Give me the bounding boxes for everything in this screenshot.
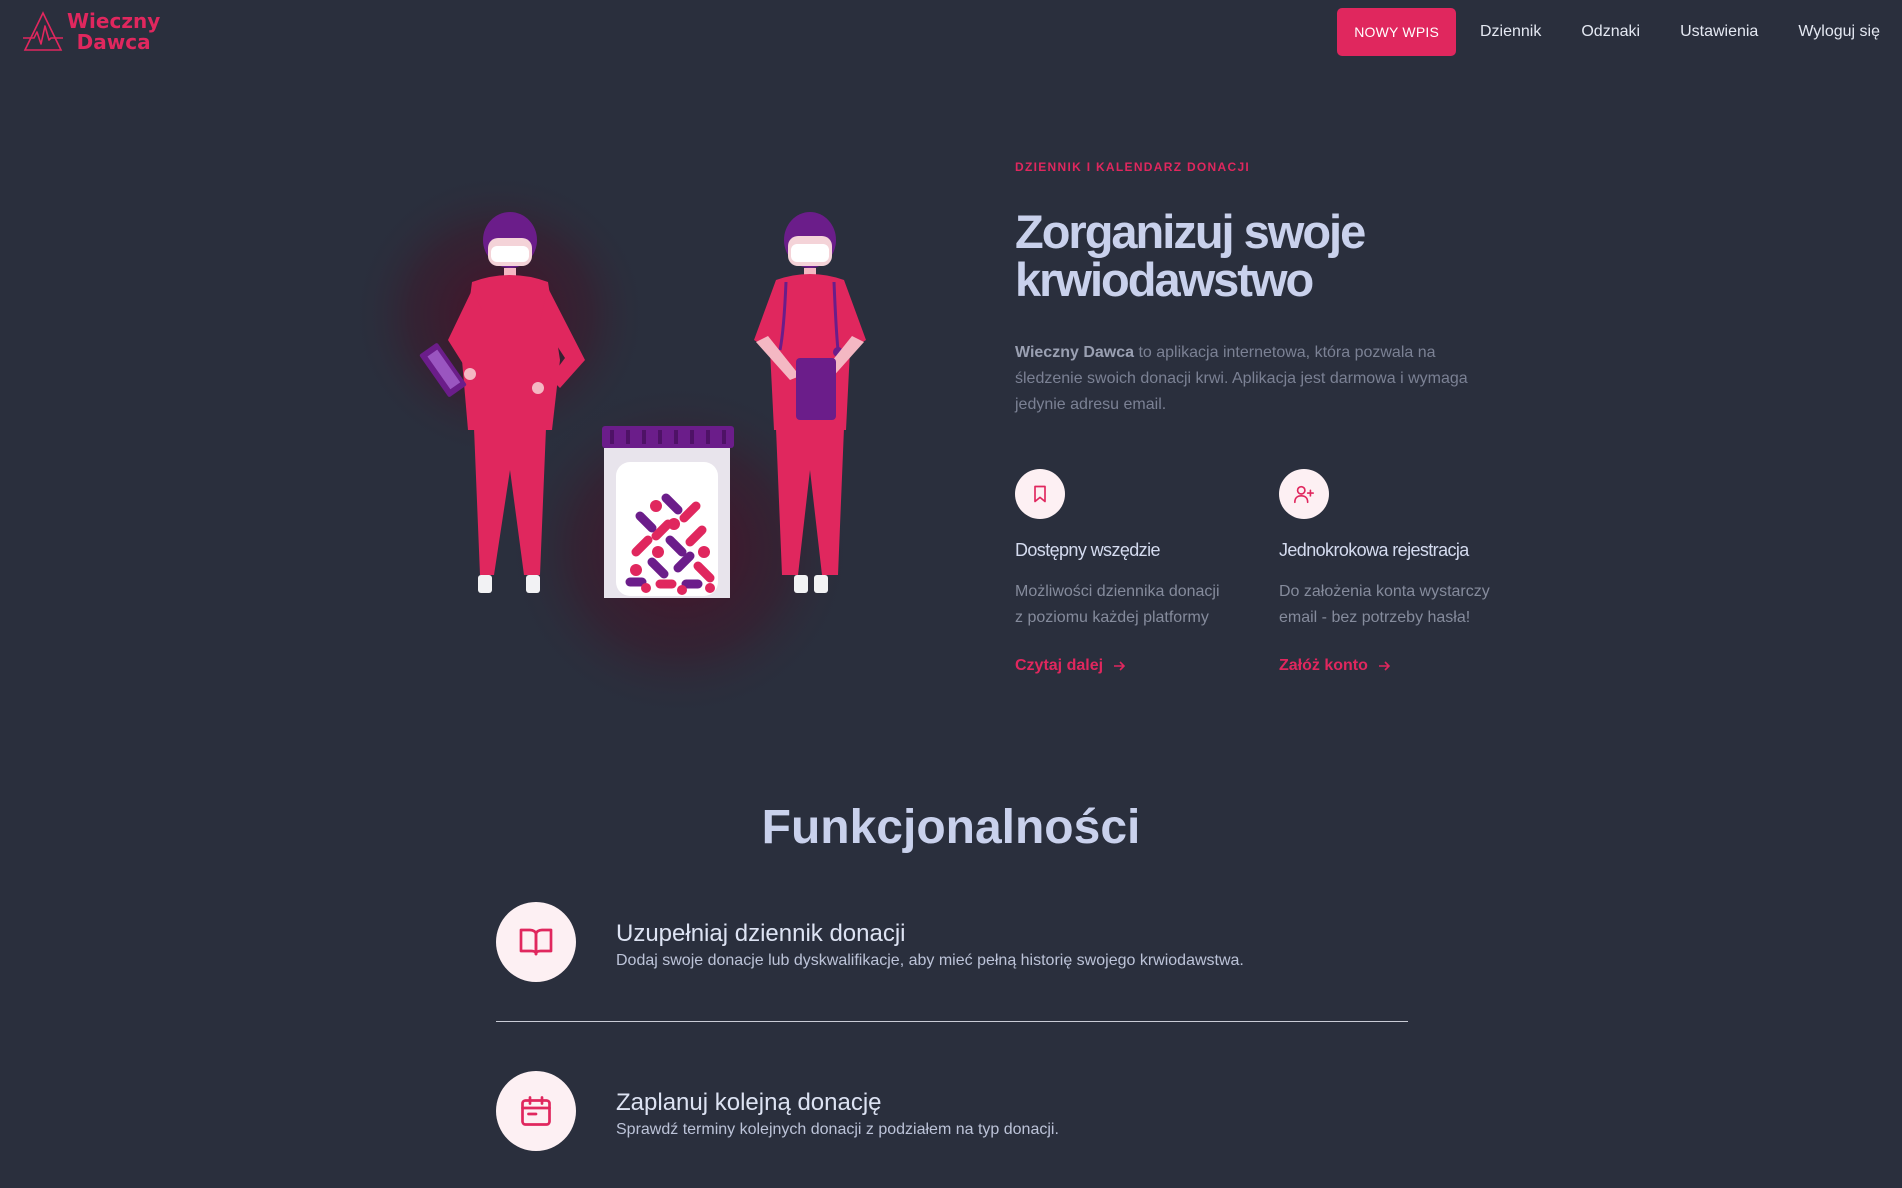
user-plus-icon (1294, 485, 1314, 504)
mini-feature-registration: Jednokrokowa rejestracja Do założenia ko… (1279, 469, 1519, 674)
mini-feature-icon-circle (1015, 469, 1065, 519)
mini-feature-title: Jednokrokowa rejestracja (1279, 540, 1469, 560)
hero-title-line2: krwiodawstwo (1015, 253, 1314, 306)
mini-feature-desc-line1: Możliwości dziennika donacji (1015, 583, 1220, 600)
create-account-link[interactable]: Załóż konto (1279, 657, 1390, 675)
mini-feature-desc-line1: Do założenia konta wystarczy (1279, 583, 1490, 600)
arrow-right-icon (1378, 661, 1390, 671)
brand-logo[interactable]: Wieczny Dawca (22, 10, 160, 54)
doctors-illustration (360, 180, 866, 720)
brand-line2: Dawca (76, 30, 151, 54)
pill-jar (602, 426, 734, 598)
bookmark-icon (1034, 485, 1046, 503)
calendar-icon (521, 1096, 551, 1126)
brand-name: Wieczny Dawca (67, 11, 160, 53)
feature-divider (496, 1021, 1408, 1022)
mini-feature-desc: Możliwości dziennika donacji z poziomu k… (1015, 579, 1255, 631)
brand-line1: Wieczny (67, 9, 161, 33)
nav-link-logout[interactable]: Wyloguj się (1798, 23, 1880, 41)
nav-link-dziennik[interactable]: Dziennik (1480, 23, 1541, 41)
mini-feature-desc: Do założenia konta wystarczy email - bez… (1279, 579, 1519, 631)
read-more-label: Czytaj dalej (1015, 657, 1104, 674)
hero-title-line1: Zorganizuj swoje (1015, 205, 1366, 258)
arrow-right-icon (1114, 661, 1126, 671)
feature-desc: Dodaj swoje donacje lub dyskwalifikacje,… (616, 952, 1244, 969)
heartbeat-logo-icon (23, 11, 63, 51)
feature-title: Uzupełniaj dziennik donacji (616, 920, 906, 947)
hero-description: Wieczny Dawca to aplikacja internetowa, … (1015, 340, 1485, 418)
mini-feature-title: Dostępny wszędzie (1015, 540, 1160, 560)
nav-menu: NOWY WPIS Dziennik Odznaki Ustawienia Wy… (1337, 8, 1902, 56)
features-section-title: Funkcjonalności (761, 801, 1141, 854)
mini-feature-desc-line2: email - bez potrzeby hasła! (1279, 609, 1471, 626)
hero-section: DZIENNIK I KALENDARZ DONACJI Zorganizuj … (1015, 160, 1515, 418)
nav-link-odznaki[interactable]: Odznaki (1581, 23, 1640, 41)
mini-feature-icon-circle (1279, 469, 1329, 519)
create-account-label: Załóż konto (1279, 657, 1368, 674)
book-open-icon (519, 928, 553, 956)
feature-icon-circle (496, 1071, 576, 1151)
mini-feature-desc-line2: z poziomu każdej platformy (1015, 609, 1209, 626)
hero-features: Dostępny wszędzie Możliwości dziennika d… (1015, 469, 1535, 689)
top-navbar: Wieczny Dawca NOWY WPIS Dziennik Odznaki… (0, 0, 1902, 66)
mini-feature-everywhere: Dostępny wszędzie Możliwości dziennika d… (1015, 469, 1255, 674)
feature-icon-circle (496, 902, 576, 982)
feature-desc: Sprawdź terminy kolejnych donacji z podz… (616, 1121, 1059, 1138)
hero-title: Zorganizuj swoje krwiodawstwo (1015, 208, 1515, 304)
hero-desc-bold: Wieczny Dawca (1015, 344, 1135, 361)
nav-link-ustawienia[interactable]: Ustawienia (1680, 23, 1758, 41)
read-more-link[interactable]: Czytaj dalej (1015, 657, 1126, 675)
feature-diary: Uzupełniaj dziennik donacji Dodaj swoje … (496, 902, 1408, 982)
feature-title: Zaplanuj kolejną donację (616, 1089, 882, 1116)
feature-plan: Zaplanuj kolejną donację Sprawdź terminy… (496, 1071, 1408, 1151)
hero-eyebrow: DZIENNIK I KALENDARZ DONACJI (1015, 160, 1251, 174)
new-entry-button[interactable]: NOWY WPIS (1337, 8, 1456, 56)
